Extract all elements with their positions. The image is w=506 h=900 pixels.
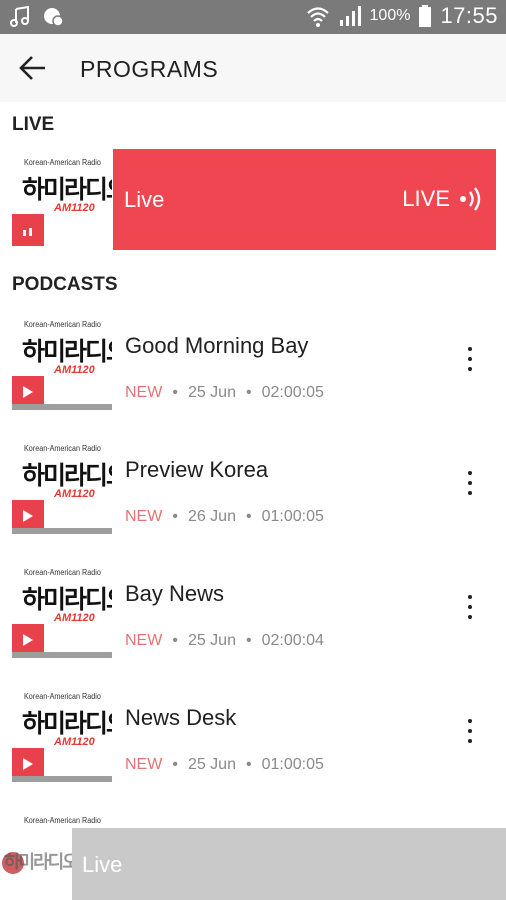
chat-icon: [44, 8, 64, 27]
podcast-meta: NEW • 25 Jun • 02:00:05: [125, 384, 324, 402]
podcast-date: 25 Jun: [187, 384, 236, 401]
wifi-icon: [306, 7, 329, 27]
audio-level-icon: [23, 228, 32, 236]
thumbnail-shadow: [12, 652, 112, 658]
separator-dot: •: [172, 756, 178, 773]
clock: 17:55: [440, 3, 498, 28]
broadcast-icon: [460, 187, 481, 211]
logo-line-1: Korean-American Radio: [24, 816, 101, 825]
more-options-icon[interactable]: [458, 343, 482, 375]
podcast-thumbnail-partial: Korean-American Radio: [12, 808, 112, 828]
logo-line-2: 하미라디오: [22, 337, 112, 366]
podcast-duration: 01:00:05: [261, 756, 324, 773]
live-card-label: Live: [124, 187, 165, 212]
podcast-date: 25 Jun: [187, 756, 236, 773]
logo-line-2: 하미라디오: [22, 461, 112, 490]
logo-line-1: Korean-American Radio: [24, 692, 101, 701]
battery-icon: [419, 5, 432, 27]
separator-dot: •: [245, 756, 252, 773]
podcast-title: Good Morning Bay: [125, 333, 309, 358]
play-icon: [23, 510, 33, 522]
play-icon: [23, 758, 33, 770]
separator-dot: •: [245, 632, 252, 649]
logo-line-1: Korean-American Radio: [24, 158, 101, 167]
podcasts-section-title: PODCASTS: [12, 274, 118, 295]
live-indicator-box: [12, 214, 44, 246]
logo-line-2: 하미라디오: [22, 175, 112, 204]
podcast-meta: NEW • 26 Jun • 01:00:05: [125, 508, 324, 526]
logo-line-2: 하미라디오: [22, 585, 112, 614]
separator-dot: •: [172, 508, 178, 525]
battery-percent: 100%: [369, 7, 411, 24]
logo-line-3: AM1120: [54, 736, 95, 748]
page-title: PROGRAMS: [80, 56, 219, 82]
live-section-title: LIVE: [12, 114, 55, 135]
logo-line-1: Korean-American Radio: [24, 568, 101, 577]
separator-dot: •: [172, 384, 178, 401]
podcast-meta: NEW • 25 Jun • 02:00:04: [125, 632, 324, 650]
play-icon: [23, 634, 33, 646]
podcast-duration: 02:00:04: [261, 632, 324, 649]
podcast-duration: 02:00:05: [261, 384, 324, 401]
player-logo-text: 하미라디오: [4, 852, 72, 873]
podcast-title: News Desk: [125, 705, 237, 730]
new-badge: NEW: [125, 756, 163, 773]
player-title: Live: [82, 852, 123, 877]
live-badge: LIVE: [402, 186, 484, 212]
live-stream-card[interactable]: Live LIVE: [113, 149, 496, 250]
app-bar: PROGRAMS: [0, 34, 506, 102]
back-arrow-icon[interactable]: [18, 54, 48, 82]
podcast-thumbnail: Korean-American Radio 하미라디오 AM1120: [12, 560, 112, 660]
thumbnail-shadow: [12, 776, 112, 782]
music-icon: [10, 6, 29, 27]
podcast-duration: 01:00:05: [261, 508, 324, 525]
player-artwork: 하미라디오: [0, 828, 72, 900]
status-bar: 100% 17:55: [0, 0, 506, 34]
more-options-icon[interactable]: [458, 591, 482, 623]
thumbnail-shadow: [12, 404, 112, 410]
logo-line-2: 하미라디오: [22, 709, 112, 738]
new-badge: NEW: [125, 632, 163, 649]
signal-icon: [339, 6, 361, 26]
more-options-icon[interactable]: [458, 715, 482, 747]
podcast-thumbnail: Korean-American Radio 하미라디오 AM1120: [12, 436, 112, 536]
podcast-title: Bay News: [125, 581, 225, 606]
separator-dot: •: [172, 632, 178, 649]
live-badge-label: LIVE: [402, 186, 450, 211]
podcast-date: 25 Jun: [187, 632, 236, 649]
logo-line-1: Korean-American Radio: [24, 444, 101, 453]
more-options-icon[interactable]: [458, 467, 482, 499]
logo-line-3: AM1120: [54, 488, 95, 500]
mini-player[interactable]: 하미라디오 Live: [0, 828, 506, 900]
live-station-logo: Korean-American Radio 하미라디오 AM1120: [12, 150, 112, 250]
new-badge: NEW: [125, 508, 163, 525]
logo-line-3: AM1120: [54, 364, 95, 376]
new-badge: NEW: [125, 384, 163, 401]
play-icon: [23, 386, 33, 398]
podcast-title: Preview Korea: [125, 457, 269, 482]
podcast-thumbnail: Korean-American Radio 하미라디오 AM1120: [12, 684, 112, 784]
podcast-date: 26 Jun: [187, 508, 236, 525]
podcast-thumbnail: Korean-American Radio 하미라디오 AM1120: [12, 312, 112, 412]
logo-line-3: AM1120: [54, 612, 95, 624]
thumbnail-shadow: [12, 528, 112, 534]
separator-dot: •: [245, 384, 252, 401]
separator-dot: •: [245, 508, 252, 525]
logo-line-1: Korean-American Radio: [24, 320, 101, 329]
logo-line-3: AM1120: [54, 202, 95, 214]
podcast-meta: NEW • 25 Jun • 01:00:05: [125, 756, 324, 774]
